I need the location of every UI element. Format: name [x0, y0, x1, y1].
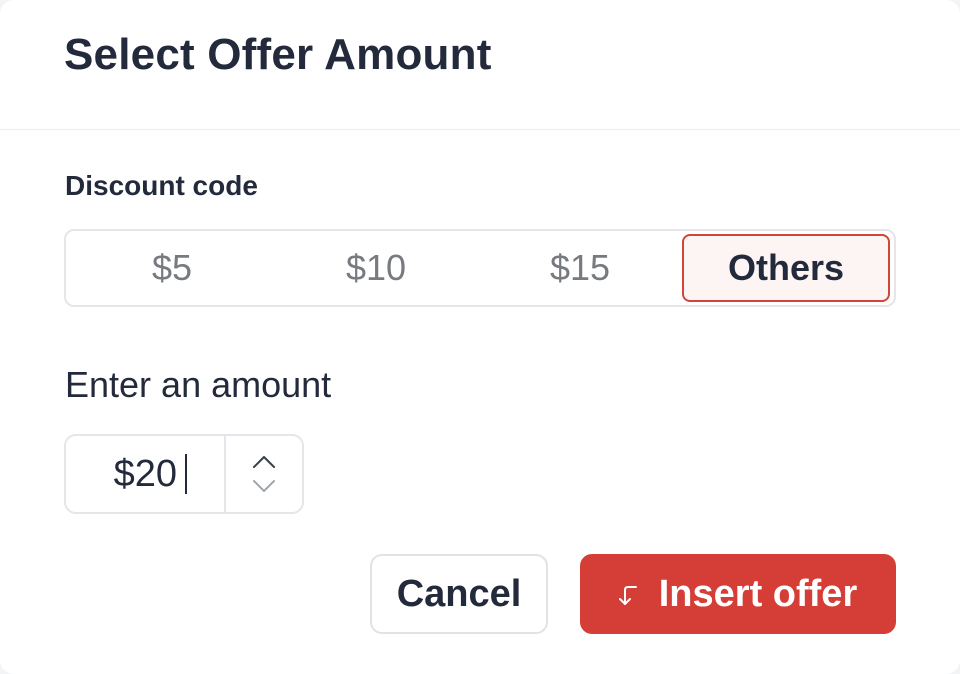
- chevron-up-icon: [253, 456, 275, 468]
- insert-arrow-icon: [618, 585, 639, 607]
- amount-value: $20: [113, 452, 177, 495]
- cancel-button-label: Cancel: [396, 572, 522, 615]
- amount-stepper: $20: [64, 434, 304, 514]
- amount-label: Enter an amount: [65, 364, 332, 405]
- decrement-button[interactable]: [252, 479, 276, 493]
- discount-segmented-control: $5 $10 $15 Others: [64, 229, 896, 307]
- chevron-down-icon: [253, 480, 275, 492]
- insert-offer-button[interactable]: Insert offer: [580, 554, 896, 634]
- discount-option-10[interactable]: $10: [274, 234, 478, 302]
- insert-offer-button-label: Insert offer: [658, 572, 858, 615]
- increment-button[interactable]: [252, 455, 276, 469]
- dialog-header: Select Offer Amount: [0, 0, 960, 130]
- text-caret: [185, 454, 187, 494]
- discount-option-5[interactable]: $5: [70, 234, 274, 302]
- discount-code-label: Discount code: [65, 170, 258, 201]
- stepper-controls: [226, 436, 302, 512]
- dialog-title: Select Offer Amount: [64, 29, 492, 79]
- cancel-button[interactable]: Cancel: [370, 554, 548, 634]
- amount-input[interactable]: $20: [66, 436, 226, 512]
- offer-dialog: Select Offer Amount Discount code $5 $10…: [0, 0, 960, 674]
- discount-option-15[interactable]: $15: [478, 234, 682, 302]
- discount-option-others[interactable]: Others: [682, 234, 890, 302]
